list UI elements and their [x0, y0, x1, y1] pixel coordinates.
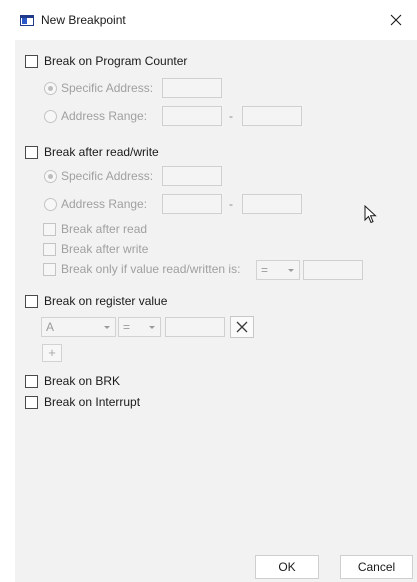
window-icon: [20, 15, 34, 26]
program-counter-label: Break on Program Counter: [44, 54, 188, 68]
interrupt-checkbox[interactable]: [25, 396, 38, 409]
remove-condition-button[interactable]: [230, 316, 254, 338]
pc-range-start-input[interactable]: [162, 106, 222, 126]
pc-range-end-input[interactable]: [242, 106, 302, 126]
close-button[interactable]: [384, 8, 408, 32]
compare-operator-value: =: [261, 263, 269, 277]
register-operator-select[interactable]: =: [118, 317, 161, 337]
brk-label: Break on BRK: [44, 374, 121, 388]
chevron-down-icon: [104, 326, 110, 329]
compare-value-input[interactable]: [303, 260, 363, 280]
register-select[interactable]: A: [41, 317, 116, 337]
register-checkbox[interactable]: [25, 295, 38, 308]
pc-specific-address-label: Specific Address:: [61, 81, 154, 95]
cancel-button[interactable]: Cancel: [340, 555, 413, 579]
break-after-read-checkbox[interactable]: [43, 223, 56, 236]
break-only-if-label: Break only if value read/written is:: [61, 262, 241, 276]
register-value-input[interactable]: [165, 317, 225, 337]
read-write-checkbox[interactable]: [25, 146, 38, 159]
program-counter-checkbox[interactable]: [25, 55, 38, 68]
rw-range-separator: -: [229, 197, 233, 211]
pc-address-range-label: Address Range:: [61, 109, 148, 123]
close-icon: [390, 14, 402, 26]
rw-address-range-label: Address Range:: [61, 197, 148, 211]
brk-checkbox[interactable]: [25, 375, 38, 388]
break-after-write-label: Break after write: [61, 242, 149, 256]
rw-range-start-input[interactable]: [162, 194, 222, 214]
break-after-write-checkbox[interactable]: [43, 243, 56, 256]
read-write-label: Break after read/write: [44, 145, 159, 159]
chevron-down-icon: [288, 269, 294, 272]
pc-address-range-radio[interactable]: [44, 110, 57, 123]
rw-specific-address-input[interactable]: [162, 166, 222, 186]
rw-specific-address-radio[interactable]: [44, 170, 57, 183]
title-bar: New Breakpoint: [0, 0, 417, 40]
window-title: New Breakpoint: [41, 13, 126, 27]
add-condition-button[interactable]: +: [42, 344, 62, 362]
pc-specific-address-radio[interactable]: [44, 82, 57, 95]
interrupt-label: Break on Interrupt: [44, 395, 141, 409]
pc-range-separator: -: [229, 109, 233, 123]
mouse-cursor-icon: [364, 205, 377, 224]
ok-button[interactable]: OK: [255, 555, 319, 579]
close-x-icon: [236, 321, 248, 333]
break-only-if-checkbox[interactable]: [43, 263, 56, 276]
rw-range-end-input[interactable]: [242, 194, 302, 214]
chevron-down-icon: [149, 326, 155, 329]
rw-specific-address-label: Specific Address:: [61, 169, 154, 183]
break-after-read-label: Break after read: [61, 222, 148, 236]
pc-specific-address-input[interactable]: [162, 78, 222, 98]
register-operator-value: =: [123, 320, 131, 334]
rw-address-range-radio[interactable]: [44, 198, 57, 211]
register-select-value: A: [46, 320, 55, 334]
register-label: Break on register value: [44, 294, 168, 308]
compare-operator-select[interactable]: =: [256, 260, 300, 280]
